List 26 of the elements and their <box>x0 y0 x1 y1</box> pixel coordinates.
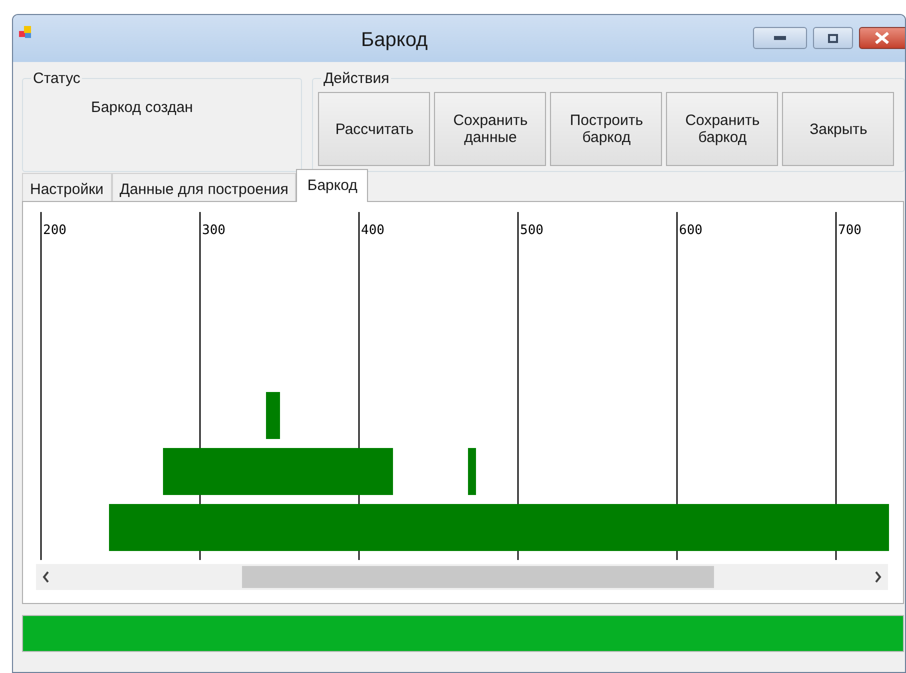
tab[interactable]: Баркод <box>296 169 368 202</box>
maximize-button[interactable] <box>813 27 853 49</box>
tick-label: 400 <box>361 223 384 238</box>
tick-label: 600 <box>679 223 702 238</box>
tab[interactable]: Настройки <box>22 173 112 201</box>
close-icon <box>874 32 890 44</box>
action-button[interactable]: Сохранить баркод <box>666 92 778 166</box>
action-button[interactable]: Закрыть <box>782 92 894 166</box>
action-button[interactable]: Построить баркод <box>550 92 662 166</box>
action-button[interactable]: Сохранить данные <box>434 92 546 166</box>
minimize-button[interactable] <box>753 27 807 49</box>
app-icon <box>19 25 33 39</box>
tick-label: 500 <box>520 223 544 238</box>
restore-icon <box>828 34 838 42</box>
scroll-left-icon[interactable] <box>42 571 50 583</box>
scroll-right-icon[interactable] <box>874 571 882 583</box>
tab[interactable]: Данные для построения <box>112 173 296 201</box>
scroll-thumb[interactable] <box>242 566 714 588</box>
action-button[interactable]: Рассчитать <box>318 92 430 166</box>
tick-label: 200 <box>43 223 66 238</box>
tick-label: 300 <box>202 223 226 238</box>
status-text: Баркод создан <box>91 98 193 118</box>
tick-label: 700 <box>838 223 862 238</box>
close-button[interactable] <box>859 27 905 49</box>
minimize-icon <box>774 36 786 40</box>
window-title: Баркод <box>361 28 428 53</box>
